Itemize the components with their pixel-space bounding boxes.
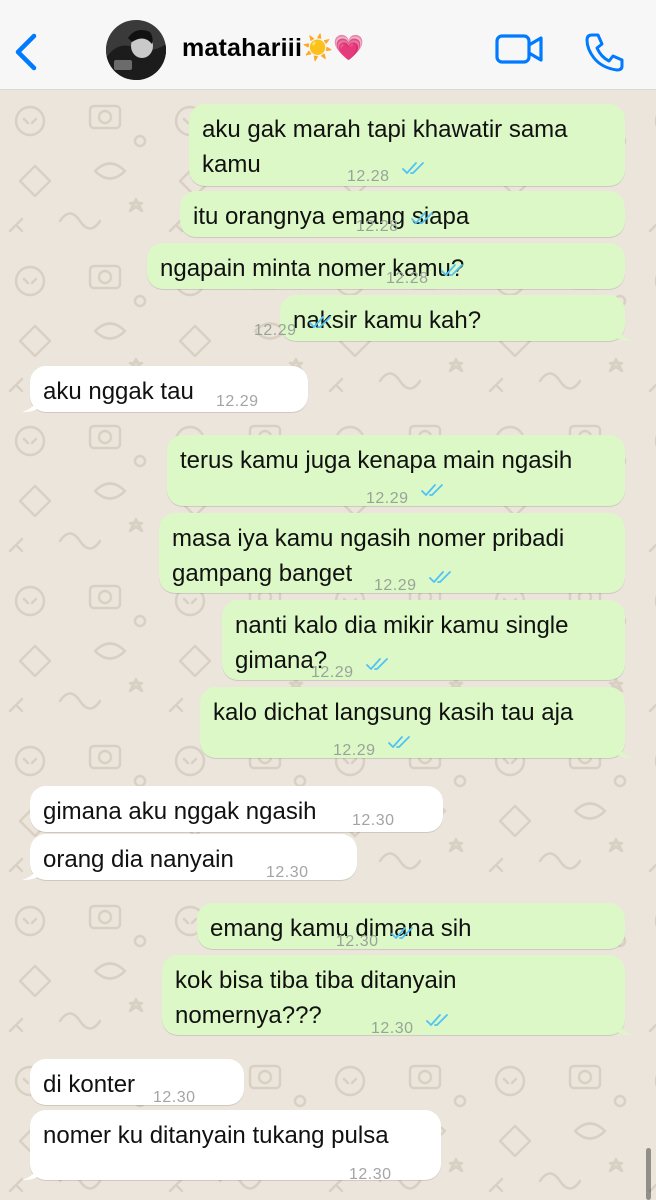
message-bubble[interactable]: kalo dichat langsung kasih tau aja 12.29 [200, 687, 633, 759]
message-time: 12.29 [374, 577, 417, 594]
message-text: kalo dichat langsung kasih tau aja [213, 699, 574, 726]
message-bubble[interactable]: nomer ku ditanyain tukang pulsa 12.30 [22, 1110, 441, 1183]
message-text: nomer ku ditanyain tukang pulsa [43, 1122, 389, 1149]
avatar-photo [106, 20, 166, 80]
message-text: aku nggak tau [43, 378, 194, 405]
message-bubble[interactable]: masa iya kamu ngasih nomer pribadi gampa… [159, 513, 625, 594]
message-text: di konter [43, 1071, 136, 1098]
message-time: 12.29 [366, 490, 409, 507]
message-text: terus kamu juga kenapa main ngasih [180, 447, 573, 474]
message-text: orang dia nanyain [43, 846, 234, 873]
message-text: kok bisa tiba tiba ditanyain nomernya??? [175, 967, 457, 1029]
message-bubble[interactable]: nanti kalo dia mikir kamu single gimana?… [222, 600, 625, 681]
read-receipt-icon [391, 927, 413, 939]
contact-avatar[interactable] [106, 20, 166, 80]
message-time: 12.29 [254, 322, 297, 339]
read-receipt-icon [441, 264, 463, 276]
message-bubble[interactable]: itu orangnya emang siapa 12.28 [180, 191, 625, 237]
phone-icon [585, 33, 624, 72]
read-receipt-icon [426, 1014, 448, 1026]
chat-header: matahariii☀️💗 [0, 0, 656, 90]
voice-call-button[interactable] [582, 30, 626, 74]
message-bubble[interactable]: ngapain minta nomer kamu? 12.28 [147, 243, 625, 289]
message-bubble[interactable]: aku gak marah tapi khawatir sama kamu 12.… [189, 104, 625, 186]
read-receipt-icon [421, 484, 443, 496]
message-bubble[interactable]: aku nggak tau 12.29 [22, 366, 308, 412]
bubble-tail [617, 742, 633, 758]
bubble-tail [617, 1019, 633, 1035]
video-call-button[interactable] [494, 30, 546, 70]
message-bubble[interactable]: naksir kamu kah? 12.29 [254, 295, 633, 341]
message-text: masa iya kamu ngasih nomer pribadi gampa… [172, 525, 565, 587]
message-bubble[interactable]: kok bisa tiba tiba ditanyain nomernya???… [162, 955, 633, 1037]
back-button[interactable] [10, 30, 44, 74]
message-time: 12.30 [336, 933, 379, 950]
contact-name[interactable]: matahariii☀️💗 [182, 34, 365, 63]
message-time: 12.29 [216, 393, 259, 410]
message-bubble[interactable]: orang dia nanyain 12.30 [22, 834, 357, 881]
read-receipt-icon [388, 736, 410, 748]
video-camera-icon [495, 34, 543, 64]
bubble-tail [22, 396, 38, 412]
message-time: 12.30 [349, 1166, 392, 1183]
message-time: 12.30 [352, 812, 395, 829]
read-receipt-icon [309, 316, 331, 328]
chevron-left-icon [15, 33, 37, 71]
bubble-tail [617, 325, 633, 341]
message-bubble[interactable]: emang kamu dimana sih 12.30 [197, 903, 625, 950]
read-receipt-icon [429, 571, 451, 583]
message-text: gimana aku nggak ngasih [43, 798, 317, 825]
message-time: 12.30 [266, 864, 309, 881]
read-receipt-icon [366, 658, 388, 670]
read-receipt-icon [411, 212, 433, 224]
bubble-tail [22, 1164, 38, 1180]
scrollbar[interactable] [646, 1148, 651, 1200]
message-time: 12.28 [386, 270, 429, 287]
message-text: nanti kalo dia mikir kamu single gimana? [235, 612, 569, 674]
chat-area[interactable]: aku gak marah tapi khawatir sama kamu 12.… [0, 91, 656, 1200]
message-time: 12.29 [333, 742, 376, 759]
message-time: 12.28 [347, 168, 390, 185]
message-bubble[interactable]: gimana aku nggak ngasih 12.30 [30, 786, 443, 832]
message-time: 12.29 [311, 664, 354, 681]
message-bubble[interactable]: di konter 12.30 [30, 1059, 244, 1106]
read-receipt-icon [402, 162, 424, 174]
bubble-tail [22, 864, 38, 880]
message-time: 12.30 [371, 1020, 414, 1037]
message-bubble[interactable]: terus kamu juga kenapa main ngasih 12.29 [167, 435, 625, 507]
message-time: 12.28 [356, 218, 399, 235]
